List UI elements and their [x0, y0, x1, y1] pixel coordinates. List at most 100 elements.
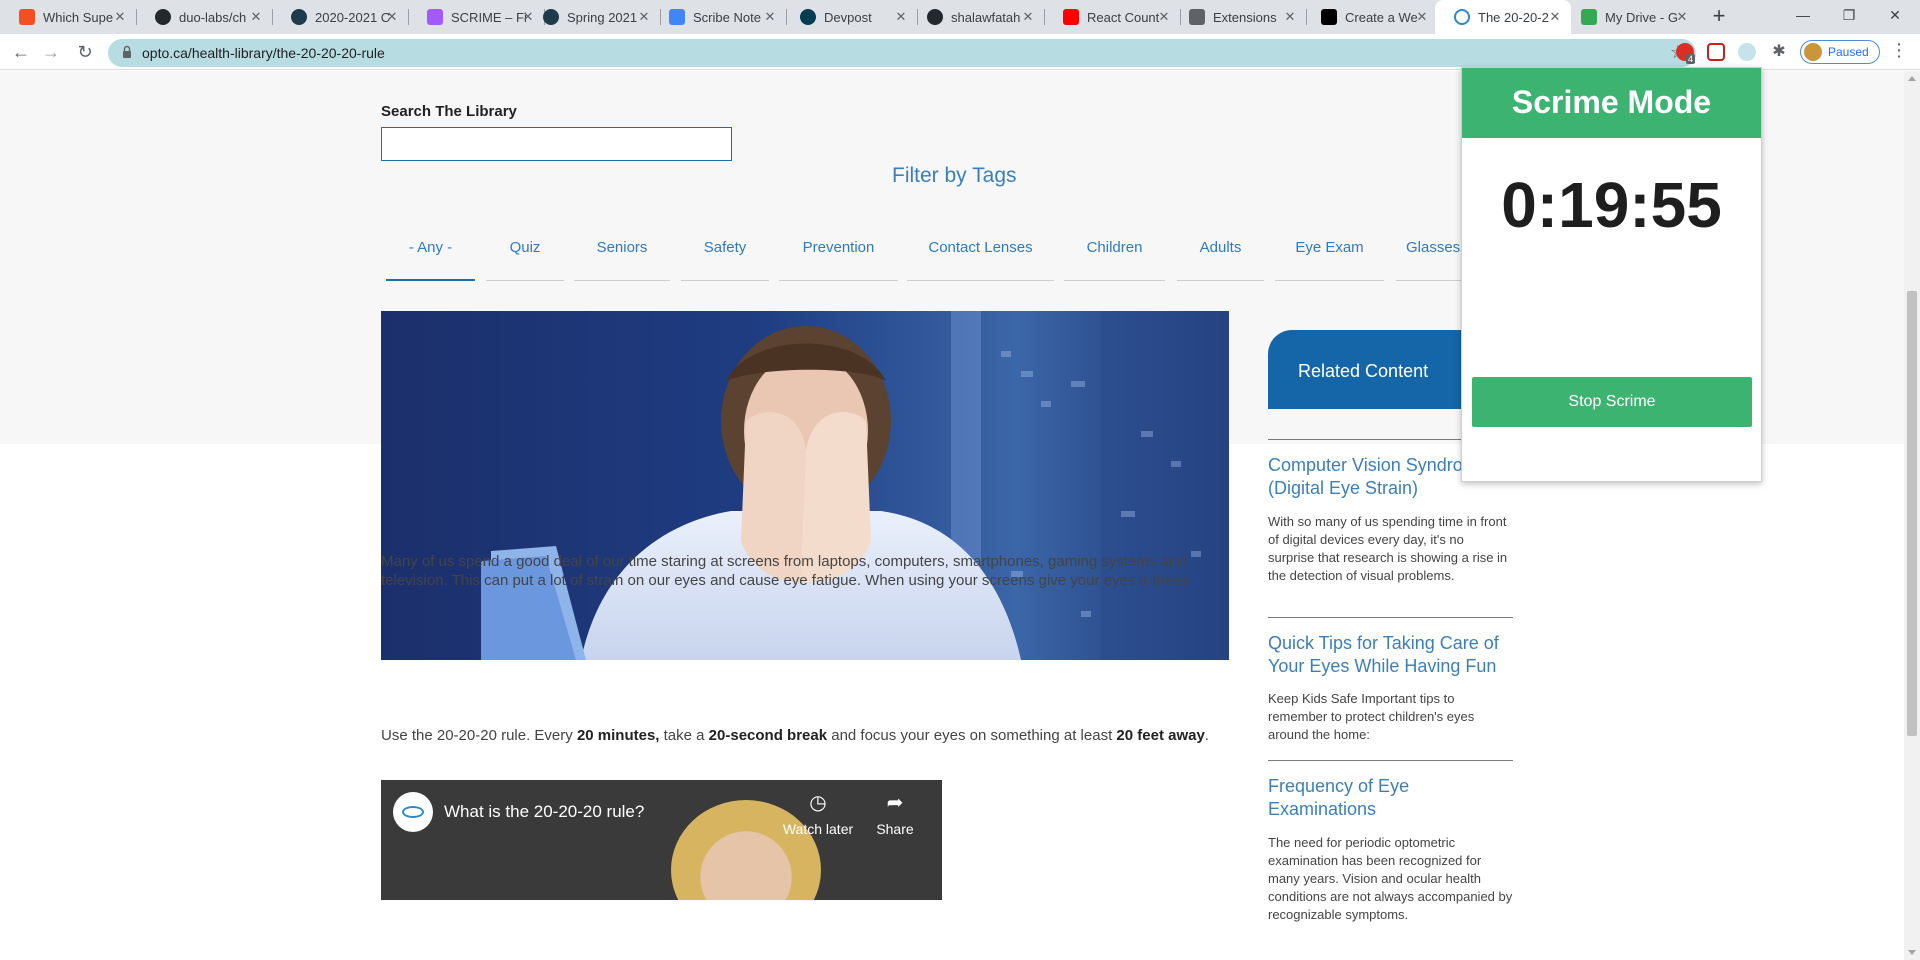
- tab-5[interactable]: Scribe Note ✕: [650, 0, 786, 34]
- forward-button[interactable]: →: [39, 40, 63, 64]
- figma-icon: [427, 9, 443, 25]
- close-icon[interactable]: ✕: [112, 9, 128, 25]
- tag-seniors[interactable]: Seniors: [574, 236, 670, 281]
- eye-extension-icon[interactable]: [1738, 43, 1756, 61]
- rule-paragraph: Use the 20-20-20 rule. Every 20 minutes,…: [381, 726, 1209, 745]
- related-link-frequency-exams[interactable]: Frequency of Eye Examinations: [1268, 775, 1513, 821]
- tab-4[interactable]: Spring 2021 ✕: [524, 0, 660, 34]
- restore-button[interactable]: ❐: [1826, 0, 1872, 34]
- tab-12[interactable]: My Drive - G ✕: [1562, 0, 1698, 34]
- scrime-popup: Scrime Mode 0:19:55 Stop Scrime: [1461, 67, 1762, 482]
- close-icon[interactable]: ✕: [1547, 9, 1563, 25]
- tab-9[interactable]: Extensions ✕: [1170, 0, 1306, 34]
- google-docs-icon: [669, 9, 685, 25]
- close-icon[interactable]: ✕: [893, 9, 909, 25]
- dev-icon: [1321, 9, 1337, 25]
- tab-0[interactable]: Which Supe ✕: [0, 0, 136, 34]
- tab-title: Devpost: [824, 9, 872, 25]
- tab-6[interactable]: Devpost ✕: [781, 0, 917, 34]
- tab-8[interactable]: React Count ✕: [1044, 0, 1180, 34]
- share-button[interactable]: ➦ Share: [855, 790, 935, 837]
- watch-later-button[interactable]: ◷ Watch later: [778, 790, 858, 837]
- profile-button[interactable]: Paused: [1800, 40, 1880, 64]
- tab-10[interactable]: Create a We ✕: [1302, 0, 1438, 34]
- tag-eye-exam[interactable]: Eye Exam: [1275, 236, 1384, 281]
- browser-toolbar: ← → ↻ opto.ca/health-library/the-20-20-2…: [0, 34, 1920, 70]
- rule-text: and focus your eyes on something at leas…: [827, 727, 1117, 744]
- tab-strip: Which Supe ✕ duo-labs/ch ✕ 2020-2021 C ✕…: [0, 0, 1920, 34]
- github-icon: [927, 9, 943, 25]
- related-link-quick-tips[interactable]: Quick Tips for Taking Care of Your Eyes …: [1268, 632, 1513, 678]
- generic-dark-icon: [291, 9, 307, 25]
- tag-any[interactable]: - Any -: [386, 236, 475, 281]
- generic-dark-icon: [543, 9, 559, 25]
- lock-icon: [123, 45, 131, 58]
- avatar: [1804, 43, 1822, 61]
- search-input[interactable]: [381, 127, 732, 161]
- close-icon[interactable]: ✕: [248, 9, 264, 25]
- popup-title: Scrime Mode: [1511, 84, 1712, 120]
- page-scrollbar[interactable]: [1904, 71, 1920, 960]
- tab-11-active[interactable]: The 20-20-2 ✕: [1435, 0, 1571, 34]
- puzzle-icon[interactable]: ✱: [1770, 43, 1788, 61]
- video-title[interactable]: What is the 20-20-20 rule?: [444, 802, 644, 822]
- close-icon[interactable]: ✕: [1414, 9, 1430, 25]
- tab-title: My Drive - G: [1605, 9, 1678, 25]
- share-label: Share: [876, 821, 914, 837]
- tab-1[interactable]: duo-labs/ch ✕: [136, 0, 272, 34]
- watch-later-label: Watch later: [782, 821, 854, 837]
- eye-icon: [1454, 9, 1470, 25]
- search-label: Search The Library: [381, 103, 517, 120]
- intro-paragraph: Many of us spend a good deal of our time…: [381, 553, 1194, 589]
- related-summary: The need for periodic optometric examina…: [1268, 835, 1513, 922]
- tag-safety[interactable]: Safety: [681, 236, 769, 281]
- close-icon[interactable]: ✕: [1674, 9, 1690, 25]
- tab-title: Create a We: [1345, 9, 1418, 25]
- tab-title: shalawfatah: [951, 9, 1021, 25]
- reload-button[interactable]: ↻: [73, 40, 97, 64]
- close-icon[interactable]: ✕: [384, 9, 400, 25]
- related-summary: Keep Kids Safe Important tips to remembe…: [1268, 691, 1475, 742]
- tag-children[interactable]: Children: [1064, 236, 1165, 281]
- tab-title: The 20-20-2: [1478, 9, 1549, 25]
- puzzle-icon: [1189, 9, 1205, 25]
- channel-logo[interactable]: [393, 792, 433, 832]
- tab-2[interactable]: 2020-2021 C ✕: [272, 0, 408, 34]
- microsoft-icon: [19, 9, 35, 25]
- rule-text: .: [1204, 727, 1209, 744]
- profile-status: Paused: [1828, 45, 1869, 59]
- tab-7[interactable]: shalawfatah ✕: [908, 0, 1044, 34]
- youtube-embed[interactable]: What is the 20-20-20 rule? ◷ Watch later…: [381, 780, 942, 900]
- close-icon[interactable]: ✕: [1020, 9, 1036, 25]
- close-window-button[interactable]: ✕: [1872, 0, 1918, 34]
- menu-icon[interactable]: ⋮: [1890, 40, 1908, 61]
- extension-badge: 4: [1686, 54, 1696, 64]
- tab-title: 2020-2021 C: [315, 9, 391, 25]
- back-button[interactable]: ←: [9, 40, 33, 64]
- new-tab-button[interactable]: +: [1707, 5, 1731, 29]
- tab-title: duo-labs/ch: [179, 9, 247, 25]
- close-icon[interactable]: ✕: [762, 9, 778, 25]
- minimize-button[interactable]: —: [1780, 0, 1826, 34]
- filter-title: Filter by Tags: [892, 164, 1017, 187]
- related-summary: With so many of us spending time in fron…: [1268, 514, 1508, 583]
- eye-icon: [402, 806, 424, 818]
- tag-contact-lenses[interactable]: Contact Lenses: [907, 236, 1054, 281]
- tab-title: SCRIME – Fi: [451, 9, 527, 25]
- popup-header: Scrime Mode: [1462, 68, 1761, 138]
- tab-title: Scribe Note: [693, 9, 761, 25]
- stop-scrime-button[interactable]: Stop Scrime: [1472, 377, 1752, 427]
- tag-quiz[interactable]: Quiz: [486, 236, 564, 281]
- address-bar[interactable]: opto.ca/health-library/the-20-20-20-rule…: [108, 39, 1696, 67]
- github-icon: [155, 9, 171, 25]
- media-extension-icon[interactable]: [1707, 43, 1725, 61]
- scrollbar-thumb[interactable]: [1907, 291, 1917, 736]
- tab-title: Extensions: [1213, 9, 1277, 25]
- url-text: opto.ca/health-library/the-20-20-20-rule: [142, 45, 385, 61]
- share-icon: ➦: [886, 792, 904, 814]
- tag-prevention[interactable]: Prevention: [779, 236, 898, 281]
- tag-adults[interactable]: Adults: [1177, 236, 1264, 281]
- close-icon[interactable]: ✕: [1282, 9, 1298, 25]
- tab-title: React Count: [1087, 9, 1160, 25]
- rule-emphasis: 20-second break: [708, 727, 828, 744]
